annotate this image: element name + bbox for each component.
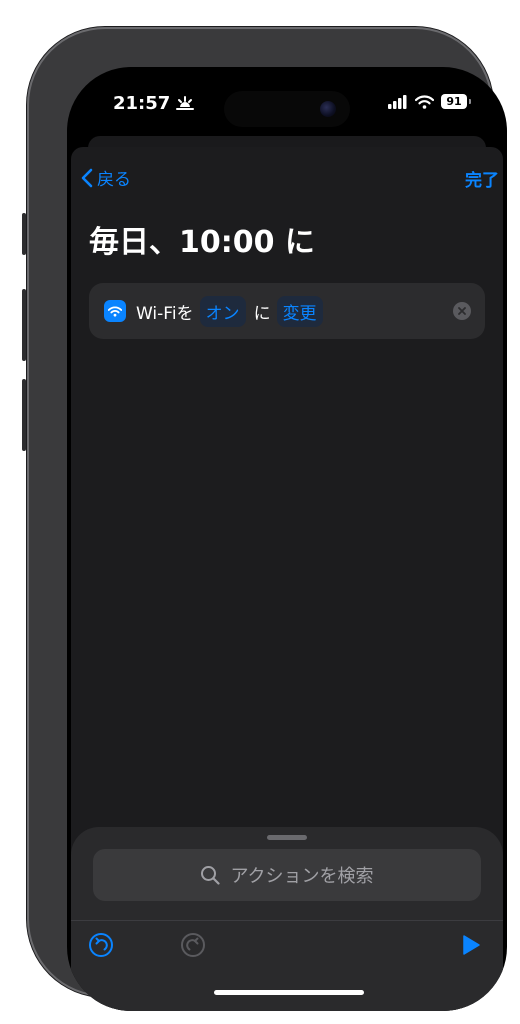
back-button[interactable]: 戻る bbox=[81, 165, 131, 190]
page-title: 毎日、10:00 に bbox=[89, 225, 315, 260]
sunrise-icon bbox=[176, 95, 195, 110]
sheet-grabber[interactable] bbox=[267, 835, 307, 840]
volume-up-button bbox=[22, 289, 26, 361]
action-search-panel: アクションを検索 bbox=[71, 827, 503, 1011]
action-middle: に bbox=[253, 303, 271, 324]
dynamic-island bbox=[224, 91, 350, 127]
camera-icon bbox=[320, 101, 336, 117]
battery-icon: 91 bbox=[441, 94, 471, 109]
phone-frame: 21:57 91 戻る 完了 毎日、10:00 に Wi-Fiを オン に 変更… bbox=[22, 27, 507, 1011]
search-placeholder: アクションを検索 bbox=[230, 866, 374, 887]
status-time: 21:57 bbox=[113, 93, 195, 114]
back-label: 戻る bbox=[97, 170, 131, 190]
state-parameter-chip[interactable]: オン bbox=[199, 295, 246, 327]
action-button bbox=[22, 213, 26, 255]
wifi-icon bbox=[104, 300, 126, 322]
run-button[interactable] bbox=[457, 931, 485, 959]
wifi-action-card[interactable]: Wi-Fiを オン に 変更 bbox=[89, 283, 485, 339]
search-icon bbox=[201, 866, 221, 885]
battery-level: 91 bbox=[446, 95, 462, 108]
screen: 21:57 91 戻る 完了 毎日、10:00 に Wi-Fiを オン に 変更… bbox=[67, 67, 507, 1011]
done-button[interactable]: 完了 bbox=[465, 166, 499, 191]
home-indicator bbox=[214, 990, 364, 995]
search-input[interactable]: アクションを検索 bbox=[93, 849, 481, 901]
status-indicators: 91 bbox=[388, 94, 471, 109]
status-time-text: 21:57 bbox=[113, 93, 171, 114]
volume-down-button bbox=[22, 379, 26, 451]
action-prefix: Wi-Fiを bbox=[136, 303, 194, 324]
remove-action-button[interactable] bbox=[453, 302, 471, 320]
chevron-left-icon bbox=[81, 168, 93, 187]
play-icon bbox=[463, 935, 480, 955]
verb-parameter-chip[interactable]: 変更 bbox=[276, 295, 323, 327]
signal-icon bbox=[388, 94, 407, 109]
wifi-status-icon bbox=[415, 94, 434, 109]
close-icon bbox=[458, 307, 466, 315]
redo-button[interactable] bbox=[179, 931, 207, 959]
toolbar-divider bbox=[71, 920, 503, 921]
redo-icon bbox=[181, 933, 205, 957]
undo-button[interactable] bbox=[87, 931, 115, 959]
undo-icon bbox=[89, 933, 113, 957]
